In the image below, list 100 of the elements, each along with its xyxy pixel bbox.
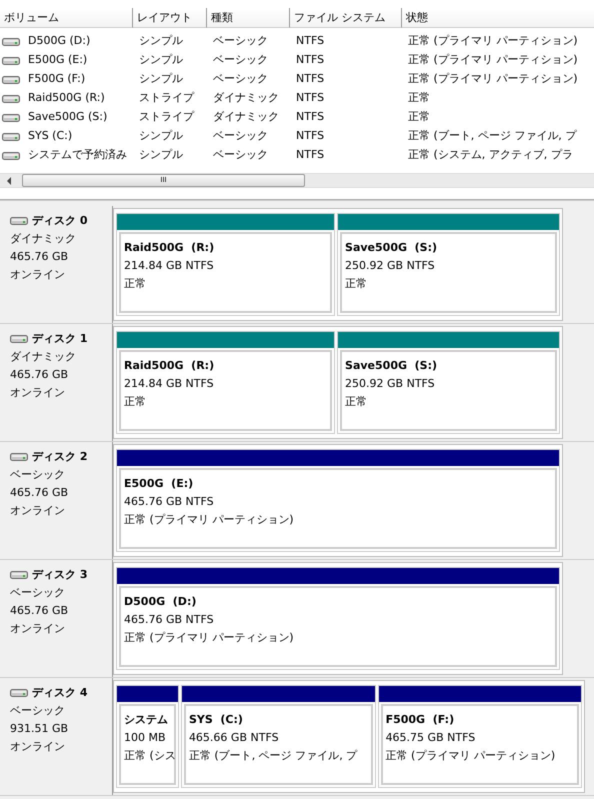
disk-status: オンライン xyxy=(10,385,66,401)
disk-status: オンライン xyxy=(10,503,66,519)
table-cell-text: ダイナミック xyxy=(212,109,280,126)
column-header[interactable]: 種類 xyxy=(207,8,290,28)
volume-name[interactable]: E500G (E:) xyxy=(22,52,88,69)
table-cell-text: 正常 (プライマリ パーティション) xyxy=(407,52,579,68)
partition-size: 214.84 GB NTFS xyxy=(124,376,215,392)
table-cell-text: NTFS xyxy=(295,109,326,126)
partition-size: 100 MB xyxy=(124,730,167,746)
disk-size: 465.76 GB xyxy=(10,367,70,383)
volume-name[interactable]: SYS (C:) xyxy=(22,128,72,145)
disk-name: ディスク 3 xyxy=(32,567,88,583)
table-cell-text: 正常 xyxy=(407,90,431,106)
disk-size: 465.76 GB xyxy=(10,603,70,619)
partition-panel[interactable]: SYS (C:) 465.66 GB NTFS 正常 (ブート, ページ ファイル, プ xyxy=(184,704,373,785)
volume-name[interactable]: システムで予約済み xyxy=(22,147,127,164)
table-cell-text: NTFS xyxy=(295,128,326,144)
table-cell-text: ベーシック xyxy=(212,33,269,50)
table-cell-text: 正常 xyxy=(407,109,431,126)
disk-name: ディスク 2 xyxy=(32,449,88,465)
drive-icon xyxy=(10,688,28,698)
table-cell-text: ベーシック xyxy=(212,52,269,68)
disk-size: 465.76 GB xyxy=(10,485,70,501)
table-cell-text: 正常 (ブート, ページ ファイル, プ xyxy=(407,128,578,144)
volume-name[interactable]: Raid500G (R:) xyxy=(22,90,105,107)
disk-status: オンライン xyxy=(10,739,66,755)
partition-panel[interactable]: Save500G (S:) 250.92 GB NTFS 正常 xyxy=(340,350,557,431)
table-cell-text: NTFS xyxy=(295,71,326,88)
partition-name: SYS (C:) xyxy=(188,712,244,728)
partition-size: 250.92 GB NTFS xyxy=(345,258,436,274)
table-cell-text: シンプル xyxy=(138,147,184,164)
partition-name: E500G (E:) xyxy=(124,476,194,492)
partition-name: Raid500G (R:) xyxy=(124,240,216,256)
partition-size: 465.76 GB NTFS xyxy=(124,612,215,628)
disk-size: 931.51 GB xyxy=(10,721,70,737)
table-cell-text: ストライプ xyxy=(138,90,196,106)
drive-icon xyxy=(10,334,28,344)
disk-type: ダイナミック xyxy=(10,349,77,365)
drive-icon xyxy=(2,112,20,122)
volume-name[interactable]: F500G (F:) xyxy=(22,71,86,88)
disk-type: ベーシック xyxy=(10,585,66,601)
partition-status: 正常 (プライマリ パーティション) xyxy=(124,512,295,528)
table-cell-text: NTFS xyxy=(295,147,326,164)
partition-panel[interactable]: Raid500G (R:) 214.84 GB NTFS 正常 xyxy=(119,232,332,313)
partition-status: 正常 xyxy=(124,394,147,410)
volume-name[interactable]: Save500G (S:) xyxy=(22,109,108,126)
disk-size: 465.76 GB xyxy=(10,249,70,265)
scroll-left-icon[interactable] xyxy=(6,176,12,184)
drive-icon xyxy=(2,36,20,46)
table-cell-text: シンプル xyxy=(138,71,184,88)
drive-icon xyxy=(10,570,28,580)
disk-name: ディスク 1 xyxy=(32,331,88,347)
partition-status: 正常 (ブート, ページ ファイル, プ xyxy=(188,748,358,764)
column-header[interactable]: レイアウト xyxy=(133,8,207,28)
partition-name: Save500G (S:) xyxy=(345,240,438,256)
disk-type: ダイナミック xyxy=(10,231,77,247)
partition-panel[interactable]: D500G (D:) 465.76 GB NTFS 正常 (プライマリ パーティション) xyxy=(119,586,557,667)
disk-type: ベーシック xyxy=(10,703,66,719)
partition-size: 465.75 GB NTFS xyxy=(386,730,476,746)
partition-status: 正常 xyxy=(124,276,147,292)
partition-name: Save500G (S:) xyxy=(345,358,438,374)
table-cell-text: NTFS xyxy=(295,90,326,106)
partition-status: 正常 xyxy=(345,276,368,292)
volume-name[interactable]: D500G (D:) xyxy=(22,33,90,50)
table-cell-text: シンプル xyxy=(138,128,184,144)
partition-panel[interactable]: Save500G (S:) 250.92 GB NTFS 正常 xyxy=(340,232,557,313)
partition-name: D500G (D:) xyxy=(124,594,198,610)
column-header[interactable]: ファイル システム xyxy=(290,8,402,28)
partition-name: F500G (F:) xyxy=(386,712,456,728)
table-cell-text: ベーシック xyxy=(212,128,269,144)
partition-panel[interactable]: F500G (F:) 465.75 GB NTFS 正常 (プライマリ パーティション) xyxy=(380,704,580,785)
partition-name: システム xyxy=(124,712,169,728)
disk-name: ディスク 4 xyxy=(32,685,88,701)
disk-status: オンライン xyxy=(10,267,66,283)
partition-status: 正常 xyxy=(345,394,368,410)
drive-icon xyxy=(10,216,28,226)
table-cell-text: ベーシック xyxy=(212,71,269,88)
partition-name: Raid500G (R:) xyxy=(124,358,216,374)
partition-panel[interactable]: システム 100 MB 正常 (シス xyxy=(119,704,176,785)
table-cell-text: ベーシック xyxy=(212,147,269,164)
disk-name: ディスク 0 xyxy=(32,213,88,229)
partition-panel[interactable]: Raid500G (R:) 214.84 GB NTFS 正常 xyxy=(119,350,332,431)
table-cell-text: 正常 (システム, アクティブ, プラ xyxy=(407,147,574,164)
partition-panel[interactable]: E500G (E:) 465.76 GB NTFS 正常 (プライマリ パーティション) xyxy=(119,468,557,549)
table-cell-text: 正常 (プライマリ パーティション) xyxy=(407,71,579,88)
drive-icon xyxy=(2,74,20,84)
partition-size: 250.92 GB NTFS xyxy=(345,376,436,392)
partition-size: 465.76 GB NTFS xyxy=(124,494,215,510)
table-cell-text: シンプル xyxy=(138,33,184,50)
drive-icon xyxy=(10,452,28,462)
partition-status: 正常 (プライマリ パーティション) xyxy=(386,748,556,764)
drive-icon xyxy=(2,132,20,142)
table-cell-text: シンプル xyxy=(138,52,184,68)
table-cell-text: NTFS xyxy=(295,33,326,50)
partition-status: 正常 (プライマリ パーティション) xyxy=(124,630,295,646)
column-header[interactable]: ボリューム xyxy=(0,8,133,28)
disk-type: ベーシック xyxy=(10,467,66,483)
drive-icon xyxy=(2,94,20,104)
partition-size: 214.84 GB NTFS xyxy=(124,258,215,274)
partition-size: 465.66 GB NTFS xyxy=(188,730,280,746)
